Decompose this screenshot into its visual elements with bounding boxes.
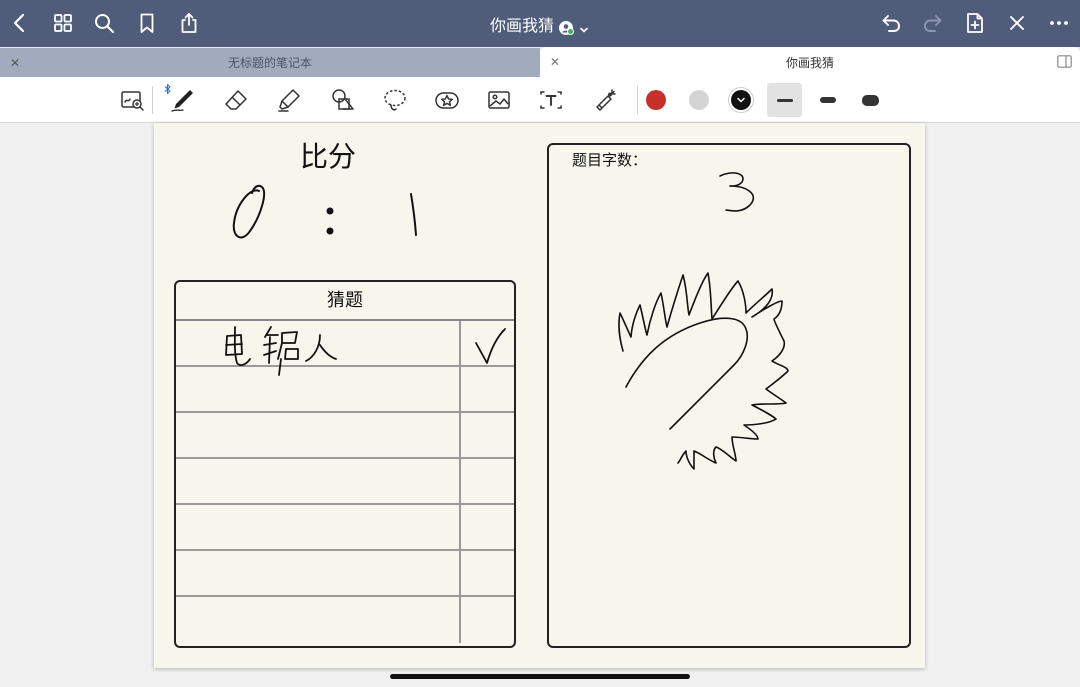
color-swatch-red[interactable] bbox=[646, 90, 666, 110]
more-icon[interactable] bbox=[1045, 9, 1073, 37]
tab-label: 你画我猜 bbox=[785, 55, 834, 70]
bookmark-icon[interactable] bbox=[133, 9, 161, 37]
doodle-drawing bbox=[618, 272, 789, 470]
color-swatch-gray[interactable] bbox=[689, 90, 709, 110]
image-icon bbox=[488, 91, 510, 109]
close-icon[interactable] bbox=[1003, 9, 1031, 37]
document-title-text: 你画我猜 bbox=[489, 16, 554, 35]
tab-close-icon[interactable]: ✕ bbox=[550, 55, 560, 69]
lasso-tool[interactable] bbox=[379, 84, 411, 116]
laser-pointer-tool[interactable] bbox=[589, 84, 621, 116]
text-tool[interactable] bbox=[535, 84, 567, 116]
handwriting-layer bbox=[225, 172, 789, 470]
undo-icon[interactable] bbox=[877, 9, 905, 37]
drawing-toolbar bbox=[0, 77, 1080, 123]
collaboration-icon bbox=[558, 16, 574, 35]
laser-pointer-icon bbox=[596, 89, 616, 111]
highlighter-icon bbox=[278, 89, 300, 112]
stroke-medium[interactable] bbox=[810, 83, 845, 117]
chevron-down-icon bbox=[737, 97, 745, 103]
highlighter-tool[interactable] bbox=[273, 84, 305, 116]
search-icon[interactable] bbox=[90, 9, 118, 37]
split-view-icon[interactable] bbox=[1057, 55, 1072, 68]
stroke-thick[interactable] bbox=[853, 83, 888, 117]
handwritten-colon bbox=[326, 207, 334, 215]
note-page-canvas[interactable]: 比分 题目字数： 猜题 bbox=[154, 123, 925, 668]
stroke-medium-preview bbox=[819, 97, 836, 103]
bluetooth-icon bbox=[164, 83, 171, 95]
sticker-icon bbox=[435, 92, 459, 109]
zoom-window-icon bbox=[121, 91, 144, 111]
grid-icon[interactable] bbox=[49, 9, 77, 37]
handwritten-score-left bbox=[232, 184, 266, 239]
stroke-thick-preview bbox=[862, 94, 879, 106]
toolbar-divider bbox=[637, 86, 638, 114]
tab-bar: ✕ 无标题的笔记本 ✕ 你画我猜 bbox=[0, 47, 1080, 77]
back-icon[interactable] bbox=[6, 9, 34, 37]
sticker-tool[interactable] bbox=[431, 84, 463, 116]
color-swatch-black-selected[interactable] bbox=[731, 90, 751, 110]
stroke-thin[interactable] bbox=[767, 83, 802, 117]
zoom-window-tool[interactable] bbox=[116, 84, 148, 116]
stroke-thin-preview bbox=[776, 98, 793, 102]
share-icon[interactable] bbox=[175, 9, 203, 37]
redo-icon[interactable] bbox=[919, 9, 947, 37]
toolbar-divider bbox=[152, 86, 153, 114]
shapes-tool[interactable] bbox=[326, 84, 358, 116]
chevron-down-icon bbox=[578, 18, 590, 33]
text-icon bbox=[540, 91, 562, 109]
handwritten-score-right bbox=[410, 193, 417, 236]
handwritten-count-value bbox=[719, 172, 755, 212]
tab-drawing-game[interactable]: ✕ 你画我猜 bbox=[540, 47, 1080, 77]
tab-close-icon[interactable]: ✕ bbox=[10, 56, 20, 70]
eraser-tool[interactable] bbox=[220, 84, 252, 116]
correct-check-mark bbox=[475, 328, 506, 364]
home-indicator bbox=[390, 674, 690, 679]
lasso-icon bbox=[384, 89, 406, 111]
tab-label: 无标题的笔记本 bbox=[227, 56, 312, 70]
document-title-menu[interactable]: 你画我猜 bbox=[490, 12, 590, 36]
document-title: 你画我猜 bbox=[0, 12, 1080, 36]
eraser-icon bbox=[225, 90, 247, 110]
shapes-icon bbox=[332, 89, 354, 110]
image-tool[interactable] bbox=[483, 84, 515, 116]
top-navigation-bar: 你画我猜 bbox=[0, 0, 1080, 47]
handwritten-guess bbox=[225, 326, 337, 376]
add-page-icon[interactable] bbox=[961, 9, 989, 37]
tab-untitled-notebook[interactable]: ✕ 无标题的笔记本 bbox=[0, 48, 540, 77]
pen-icon bbox=[171, 90, 193, 112]
